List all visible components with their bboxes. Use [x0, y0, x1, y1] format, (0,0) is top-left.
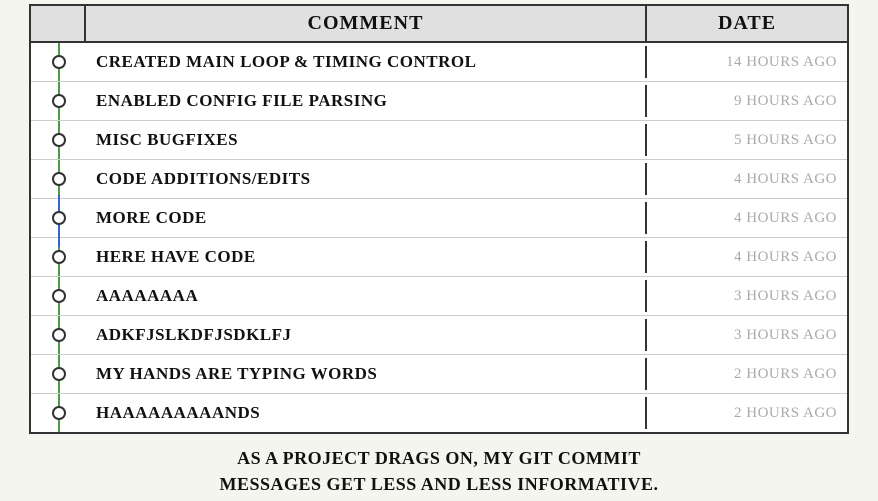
main-container: COMMENT DATE CREATED MAIN LOOP & TIMING …	[29, 4, 849, 496]
commit-comment: MORE CODE	[86, 202, 647, 234]
commit-date: 2 HOURS AGO	[647, 399, 847, 428]
commit-bullet	[52, 133, 66, 147]
table-row: HERE HAVE CODE 4 HOURS AGO	[31, 238, 847, 277]
commit-comment: MY HANDS ARE TYPING WORDS	[86, 358, 647, 390]
table-row: MY HANDS ARE TYPING WORDS 2 HOURS AGO	[31, 355, 847, 394]
commit-comment: CODE ADDITIONS/EDITS	[86, 163, 647, 195]
commit-comment: ENABLED CONFIG FILE PARSING	[86, 85, 647, 117]
bullet-cell	[31, 394, 86, 432]
commit-date: 4 HOURS AGO	[647, 243, 847, 272]
commit-date: 5 HOURS AGO	[647, 126, 847, 155]
bullet-cell	[31, 43, 86, 81]
commit-comment: AAAAAAAA	[86, 280, 647, 312]
commit-bullet	[52, 172, 66, 186]
bullet-cell	[31, 355, 86, 393]
commit-date: 9 HOURS AGO	[647, 87, 847, 116]
caption: AS A PROJECT DRAGS ON, MY GIT COMMITMESS…	[220, 446, 659, 496]
commit-date: 2 HOURS AGO	[647, 360, 847, 389]
commit-comment: HERE HAVE CODE	[86, 241, 647, 273]
commit-date: 3 HOURS AGO	[647, 321, 847, 350]
commit-comment: CREATED MAIN LOOP & TIMING CONTROL	[86, 46, 647, 78]
commit-bullet	[52, 406, 66, 420]
table-row: MORE CODE 4 HOURS AGO	[31, 199, 847, 238]
commit-table: COMMENT DATE CREATED MAIN LOOP & TIMING …	[29, 4, 849, 434]
commit-bullet	[52, 94, 66, 108]
commit-date: 3 HOURS AGO	[647, 282, 847, 311]
bullet-cell	[31, 277, 86, 315]
table-body: CREATED MAIN LOOP & TIMING CONTROL 14 HO…	[31, 43, 847, 432]
date-header: DATE	[647, 6, 847, 41]
commit-comment: HAAAAAAAAANDS	[86, 397, 647, 429]
commit-comment: ADKFJSLKDFJSDKLFJ	[86, 319, 647, 351]
table-row: AAAAAAAA 3 HOURS AGO	[31, 277, 847, 316]
table-header: COMMENT DATE	[31, 6, 847, 43]
commit-comment: MISC BUGFIXES	[86, 124, 647, 156]
table-row: ADKFJSLKDFJSDKLFJ 3 HOURS AGO	[31, 316, 847, 355]
bullet-cell	[31, 121, 86, 159]
bullet-header-spacer	[31, 6, 86, 41]
commit-bullet	[52, 250, 66, 264]
commit-bullet	[52, 289, 66, 303]
comment-header: COMMENT	[86, 6, 647, 41]
commit-bullet	[52, 367, 66, 381]
bullet-cell	[31, 82, 86, 120]
table-row: CREATED MAIN LOOP & TIMING CONTROL 14 HO…	[31, 43, 847, 82]
table-row: HAAAAAAAAANDS 2 HOURS AGO	[31, 394, 847, 432]
commit-date: 4 HOURS AGO	[647, 204, 847, 233]
commit-date: 14 HOURS AGO	[647, 48, 847, 77]
table-row: MISC BUGFIXES 5 HOURS AGO	[31, 121, 847, 160]
commit-bullet	[52, 55, 66, 69]
bullet-cell	[31, 160, 86, 198]
commit-bullet	[52, 328, 66, 342]
table-row: CODE ADDITIONS/EDITS 4 HOURS AGO	[31, 160, 847, 199]
table-row: ENABLED CONFIG FILE PARSING 9 HOURS AGO	[31, 82, 847, 121]
commit-date: 4 HOURS AGO	[647, 165, 847, 194]
commit-bullet	[52, 211, 66, 225]
bullet-cell	[31, 316, 86, 354]
